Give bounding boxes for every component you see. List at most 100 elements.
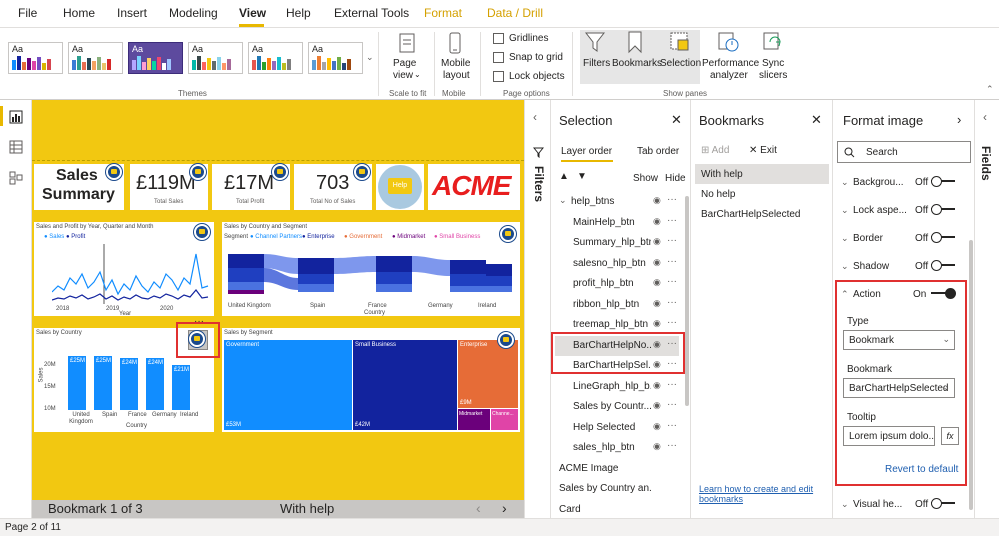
more-options-icon[interactable]: ··· (667, 276, 677, 287)
close-icon[interactable]: ✕ (671, 112, 682, 128)
toggle-switch[interactable] (931, 288, 956, 299)
performance-analyzer-icon[interactable] (716, 30, 740, 54)
layer-item[interactable]: profit_hlp_btn ◉ ··· (555, 274, 679, 294)
more-options-icon[interactable]: ··· (667, 440, 677, 451)
layer-item[interactable]: ribbon_hlp_btn ◉ ··· (555, 295, 679, 315)
layer-item[interactable]: LineGraph_hlp_b... ◉ ··· (555, 377, 679, 397)
eye-icon[interactable]: ◉ (653, 195, 661, 206)
performance-analyzer-label-2[interactable]: analyzer (710, 70, 748, 81)
page-view-caret-icon[interactable]: ⌄ (414, 70, 421, 79)
menu-data-drill[interactable]: Data / Drill (487, 6, 543, 20)
selection-pane-icon[interactable] (668, 30, 690, 54)
toggle-switch[interactable] (931, 260, 955, 271)
search-input[interactable]: Search (866, 147, 898, 158)
eye-icon[interactable]: ◉ (653, 441, 661, 452)
report-canvas[interactable]: Sales Summary £119M Total Sales £17M Tot… (32, 100, 524, 500)
fields-pane-collapsed[interactable]: ‹ Fields (974, 100, 999, 518)
theme-thumb-3-selected[interactable]: Aa (128, 42, 183, 74)
bookmark-item-no-help[interactable]: No help (695, 184, 829, 204)
format-row-lock-aspect[interactable]: ⌄ Lock aspe... Off (839, 202, 967, 222)
bookmark-dropdown[interactable]: BarChartHelpSelected ⌄ (843, 378, 955, 398)
sync-slicers-icon[interactable] (760, 30, 784, 54)
theme-thumb-6[interactable]: Aa (308, 42, 363, 74)
layer-item[interactable]: ACME Image (555, 459, 679, 479)
help-icon[interactable] (354, 164, 370, 180)
ribbon-chart-tile[interactable]: Sales by Country and Segment Segment ● C… (222, 222, 520, 316)
format-row-border[interactable]: ⌄ Border Off (839, 230, 967, 250)
treemap-tile[interactable]: Sales by Segment Government £53M Small B… (222, 328, 520, 432)
learn-link-line-2[interactable]: bookmarks (699, 494, 813, 504)
fields-label[interactable]: Fields (979, 146, 993, 181)
bar[interactable]: £21M (172, 364, 190, 410)
help-icon[interactable] (190, 164, 206, 180)
collapse-left-icon[interactable]: ‹ (983, 110, 987, 124)
sync-slicers-label-1[interactable]: Sync (762, 58, 784, 69)
toggle-switch[interactable] (931, 232, 955, 243)
theme-thumb-1[interactable]: Aa (8, 42, 63, 74)
more-options-icon[interactable]: ··· (667, 317, 677, 328)
tab-tab-order[interactable]: Tab order (637, 146, 679, 157)
mobile-layout-label-2[interactable]: layout (443, 70, 470, 81)
layer-item[interactable]: Sales by Country an... (555, 479, 679, 499)
format-row-action[interactable]: ⌃ Action On (839, 286, 967, 306)
menu-view[interactable]: View (239, 6, 266, 20)
themes-dropdown-icon[interactable]: ⌄ (366, 52, 374, 63)
move-up-icon[interactable]: ▲ (559, 171, 569, 182)
treemap-small-business[interactable]: Small Business £42M (353, 340, 457, 430)
revert-to-default-link[interactable]: Revert to default (885, 464, 958, 475)
bar[interactable]: £25M (68, 356, 86, 410)
treemap-midmarket[interactable]: Midmarket (458, 409, 490, 430)
kpi-card-total-no-of-sales[interactable]: 703 Total No of Sales (294, 164, 372, 210)
page-view-icon[interactable] (396, 32, 418, 54)
move-down-icon[interactable]: ▼ (577, 171, 587, 182)
help-icon[interactable] (500, 226, 516, 242)
eye-icon[interactable]: ◉ (653, 400, 661, 411)
filters-pane-icon[interactable] (584, 30, 606, 54)
eye-icon[interactable]: ◉ (653, 236, 661, 247)
more-options-icon[interactable]: ··· (667, 420, 677, 431)
eye-icon[interactable]: ◉ (653, 257, 661, 268)
kpi-card-total-sales[interactable]: £119M Total Sales (130, 164, 208, 210)
help-icon[interactable] (194, 224, 210, 240)
treemap-government[interactable]: Government £53M (224, 340, 352, 430)
performance-analyzer-label-1[interactable]: Performance (702, 58, 759, 69)
layer-item[interactable]: sales_hlp_btn ◉ ··· (555, 438, 679, 458)
collapse-right-icon[interactable]: › (957, 112, 961, 127)
menu-external-tools[interactable]: External Tools (334, 6, 409, 20)
help-icon[interactable] (498, 332, 514, 348)
bar[interactable]: £24M (146, 358, 164, 410)
data-view-icon[interactable] (9, 140, 23, 154)
menu-format[interactable]: Format (424, 6, 462, 20)
lock-objects-checkbox[interactable] (493, 71, 504, 82)
model-view-icon[interactable] (9, 171, 23, 185)
layer-item[interactable]: Summary_hlp_btn ◉ ··· (555, 233, 679, 253)
help-icon[interactable] (189, 331, 205, 347)
collapse-ribbon-icon[interactable]: ⌃ (986, 84, 994, 95)
eye-icon[interactable]: ◉ (653, 277, 661, 288)
layer-item[interactable]: Help Selected ◉ ··· (555, 418, 679, 438)
page-view-label-1[interactable]: Page (393, 58, 416, 69)
help-icon[interactable] (272, 164, 288, 180)
selected-help-button[interactable] (188, 330, 208, 350)
bookmarks-pane-icon[interactable] (624, 30, 646, 54)
selection-pane-label[interactable]: Selection (660, 58, 701, 69)
snap-to-grid-checkbox[interactable] (493, 52, 504, 63)
bar[interactable]: £25M (94, 356, 112, 410)
eye-icon[interactable]: ◉ (653, 380, 661, 391)
close-icon[interactable]: ✕ (811, 112, 822, 128)
toggle-switch[interactable] (931, 176, 955, 187)
eye-icon[interactable]: ◉ (653, 318, 661, 329)
more-options-icon[interactable]: ··· (667, 379, 677, 390)
next-bookmark-icon[interactable]: › (502, 500, 507, 516)
more-options-icon[interactable]: ··· (667, 215, 677, 226)
theme-thumb-4[interactable]: Aa (188, 42, 243, 74)
filters-pane-label[interactable]: Filters (583, 58, 610, 69)
more-options-icon[interactable]: ··· (667, 194, 677, 205)
menu-insert[interactable]: Insert (117, 6, 147, 20)
eye-icon[interactable]: ◉ (653, 216, 661, 227)
kpi-card-total-profit[interactable]: £17M Total Profit (212, 164, 290, 210)
treemap-channel-partners[interactable]: Channe... (491, 409, 518, 430)
bookmark-item-barchart-help-selected[interactable]: BarChartHelpSelected (695, 204, 829, 224)
menu-help[interactable]: Help (286, 6, 311, 20)
more-options-icon[interactable]: ··· (667, 297, 677, 308)
